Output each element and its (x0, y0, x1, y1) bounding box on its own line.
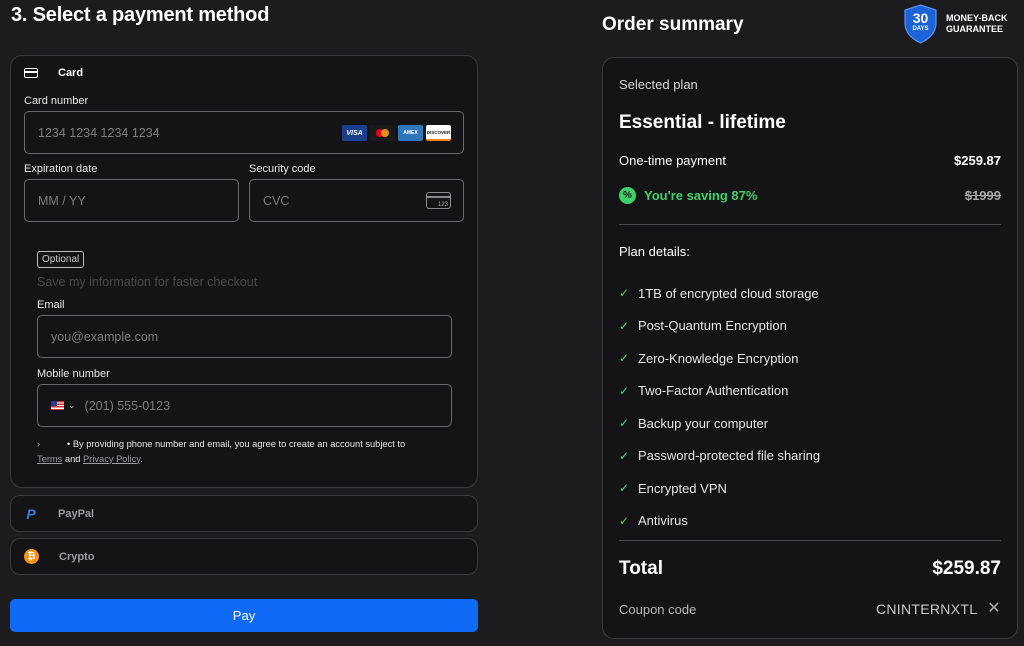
original-price: $1999 (964, 188, 1001, 203)
check-icon: ✓ (619, 351, 630, 366)
paypal-method[interactable]: P PayPal (10, 495, 478, 532)
feature-item: ✓ Zero-Knowledge Encryption (619, 350, 799, 366)
expiration-label: Expiration date (24, 163, 98, 175)
check-icon: ✓ (619, 318, 630, 333)
selected-plan-label: Selected plan (619, 77, 698, 92)
check-icon: ✓ (619, 416, 630, 431)
shield-icon: 30 DAYS (903, 4, 938, 44)
chevron-right-icon[interactable]: › (37, 437, 67, 452)
security-code-label: Security code (249, 163, 316, 175)
payment-type-row: One-time payment $259.87 (619, 153, 1001, 168)
coupon-value: CNINTERNXTL (875, 601, 978, 617)
mobile-label: Mobile number (37, 368, 110, 380)
paypal-label: PayPal (58, 507, 95, 520)
feature-item: ✓ Post-Quantum Encryption (619, 318, 787, 334)
amex-icon: AMEX (398, 125, 423, 141)
feature-item: ✓ Encrypted VPN (619, 480, 727, 496)
check-icon: ✓ (619, 286, 630, 301)
divider (619, 540, 1001, 541)
plan-details-title: Plan details: (619, 244, 690, 259)
card-method-panel: Card Card number 1234 1234 1234 1234 VIS… (10, 55, 478, 488)
crypto-label: Crypto (59, 550, 95, 563)
card-number-label: Card number (24, 95, 89, 107)
total-value: $259.87 (932, 558, 1001, 579)
consent-text: › • By providing phone number and email, … (37, 437, 406, 464)
mobile-input[interactable]: ⌄ (201) 555-0123 (37, 384, 452, 427)
payment-section-title: 3. Select a payment method (11, 4, 270, 26)
bitcoin-icon: ₿ (24, 549, 39, 564)
discover-icon: DISCOVER (426, 125, 451, 141)
discount-icon: % (619, 187, 636, 204)
cvc-placeholder: CVC (263, 193, 290, 208)
check-icon: ✓ (619, 481, 630, 496)
save-info-text: Save my information for faster checkout (37, 275, 258, 289)
plan-price: $259.87 (954, 153, 1001, 168)
guarantee-text: MONEY-BACK GUARANTEE (946, 13, 1008, 34)
feature-item: ✓ Backup your computer (619, 415, 769, 431)
card-number-placeholder: 1234 1234 1234 1234 (38, 125, 160, 140)
feature-list: ✓ 1TB of encrypted cloud storage ✓ Post-Qu… (619, 277, 820, 537)
check-icon: ✓ (619, 513, 630, 528)
card-method-header[interactable]: Card (24, 67, 83, 79)
feature-item: ✓ Antivirus (619, 513, 688, 529)
payment-section: 3. Select a payment method Card Card num… (0, 0, 490, 646)
and-text: and (64, 453, 81, 464)
check-icon: ✓ (619, 383, 630, 398)
mobile-placeholder: (201) 555-0123 (84, 398, 171, 413)
payment-type: One-time payment (619, 153, 726, 168)
optional-badge: Optional (37, 251, 85, 268)
feature-item: ✓ Password-protected file sharing (619, 448, 821, 464)
feature-item: ✓ 1TB of encrypted cloud storage (619, 285, 819, 301)
email-placeholder: you@example.com (51, 329, 159, 344)
privacy-policy-link[interactable]: Privacy Policy (83, 454, 140, 464)
total-row: Total $259.87 (619, 558, 1001, 580)
pay-button[interactable]: Pay (10, 599, 478, 632)
card-method-label: Card (58, 67, 84, 79)
expiration-placeholder: MM / YY (38, 193, 86, 208)
coupon-label: Coupon code (619, 601, 697, 617)
email-input[interactable]: you@example.com (37, 315, 452, 358)
credit-card-icon (24, 68, 38, 78)
order-summary-title: Order summary (602, 14, 744, 35)
coupon-row: Coupon code CNINTERNXTL ✕ (619, 601, 1001, 618)
saving-row: % You're saving 87% $1999 (619, 187, 1001, 204)
money-back-badge: 30 DAYS MONEY-BACK GUARANTEE (903, 4, 1008, 44)
security-code-input[interactable]: CVC 123 (249, 179, 464, 222)
visa-icon: VISA (342, 125, 367, 141)
check-icon: ✓ (619, 448, 630, 463)
saving-text: You're saving 87% (644, 188, 758, 203)
expiration-input[interactable]: MM / YY (24, 179, 239, 222)
feature-item: ✓ Two-Factor Authentication (619, 383, 789, 399)
remove-coupon-icon[interactable]: ✕ (987, 601, 1001, 617)
plan-name: Essential - lifetime (619, 112, 786, 133)
crypto-method[interactable]: ₿ Crypto (10, 538, 478, 575)
chevron-down-icon[interactable]: ⌄ (68, 400, 76, 411)
terms-link[interactable]: Terms (37, 454, 62, 464)
total-label: Total (619, 558, 663, 579)
divider (619, 224, 1001, 225)
order-summary-panel: Selected plan Essential - lifetime One-t… (602, 57, 1018, 639)
us-flag-icon[interactable] (51, 401, 64, 410)
cvc-card-icon: 123 (426, 192, 451, 209)
card-brands: VISA AMEX DISCOVER (342, 125, 451, 141)
paypal-icon: P (26, 505, 36, 522)
email-label: Email (37, 299, 65, 311)
card-number-input[interactable]: 1234 1234 1234 1234 VISA AMEX DISCOVER (24, 111, 464, 154)
mastercard-icon (370, 125, 395, 141)
